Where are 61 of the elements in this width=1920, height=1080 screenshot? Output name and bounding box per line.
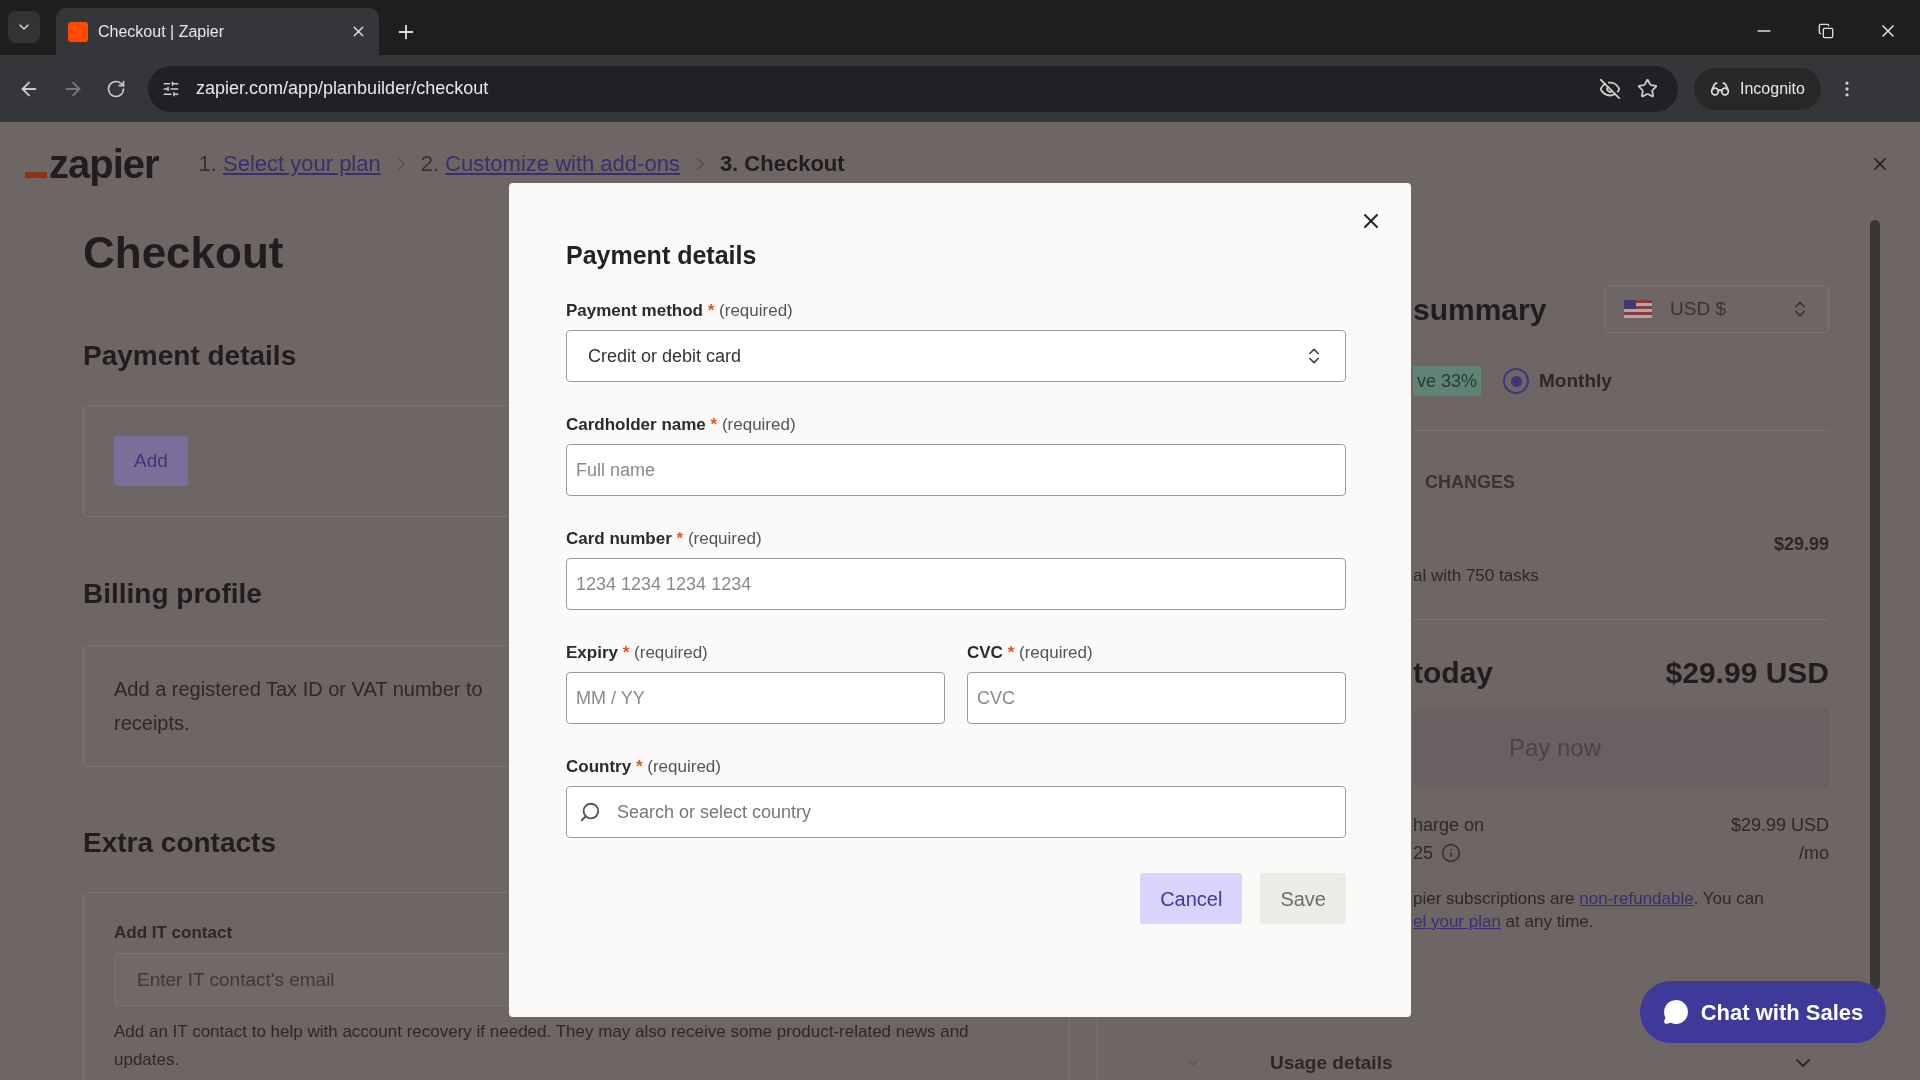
total-amount: $29.99 USD [1665,655,1829,691]
field-label: Country * (required) [566,757,722,777]
summary-title: summary [1413,291,1547,328]
chat-button[interactable]: Chat with Sales [1640,981,1886,1043]
charge-amount: $29.99 USD [1730,814,1829,837]
total-label: today [1413,655,1493,691]
current-step: 3. Checkout [719,147,845,180]
restore-icon[interactable] [1818,23,1834,39]
cancel-button[interactable]: Cancel [1140,873,1243,924]
notice-text: el your plan at any time. [1413,911,1595,933]
tab-title: Checkout | Zapier [98,21,225,42]
field-label: Card number * (required) [566,529,763,549]
usage-details[interactable]: Usage details [1270,1048,1791,1078]
notice-text: pier subscriptions are non-refundable. You can [1413,888,1765,910]
scrollbar[interactable] [1870,220,1880,990]
flag-icon [1624,300,1652,318]
eye-off-icon[interactable] [1599,77,1621,100]
field-label: Cardholder name * (required) [566,415,797,435]
logo-mark [25,171,47,178]
charge-label: harge on [1413,814,1485,837]
section-heading: Billing profile [83,577,262,611]
site-info-icon[interactable] [162,79,180,98]
billing-text: Add a registered Tax ID or VAT number to receipts. [114,677,484,736]
step-link[interactable]: Customize with add-ons [445,147,680,180]
select-field[interactable]: Credit or debit card [566,330,1346,382]
logo[interactable]: zapier [25,141,159,186]
charge-period: /mo [1799,842,1829,865]
notice-link[interactable]: non-refundable [1579,889,1694,908]
section-heading: Extra contacts [83,826,276,860]
browser-tab[interactable]: Checkout | Zapier [56,8,379,55]
chat-bubble-icon [1662,999,1689,1025]
field-label: CVC * (required) [967,643,1094,663]
reload-icon[interactable] [106,78,126,99]
field-label: Payment method * (required) [566,301,794,321]
search-icon [579,801,601,823]
input-field[interactable]: CVC [967,672,1346,724]
step-link[interactable]: Select your plan [222,147,381,180]
search-field[interactable]: Search or select country [566,786,1346,838]
discount-badge: ve 33% [1413,366,1482,396]
page-title: Checkout [83,227,284,279]
charge-date: 25 [1413,842,1434,865]
favicon-icon [68,21,88,42]
input-field[interactable]: 1234 1234 1234 1234 [566,558,1346,610]
field-label: Expiry * (required) [566,643,709,663]
add-button[interactable]: Add [114,436,188,486]
input-field[interactable]: MM / YY [566,672,945,724]
tab-list-button[interactable] [8,11,40,43]
line-description: al with 750 tasks [1413,565,1540,587]
url-text: zapier.com/app/planbuilder/checkout [196,77,490,100]
notice-link[interactable]: el your plan [1413,912,1501,931]
address-bar[interactable]: zapier.com/app/planbuilder/checkout [148,65,1678,112]
star-icon[interactable] [1637,78,1658,99]
field-label: Add IT contact [114,923,234,943]
profile-button[interactable]: Incognito [1694,67,1821,110]
help-text: Add an IT contact to help with account recovery if needed. They may also receive some product-related news and updates. [114,1021,970,1071]
line-price: $29.99 [1773,533,1829,555]
radio-button[interactable] [1503,368,1530,394]
dialog-title: Payment details [566,240,758,271]
input-field[interactable]: Full name [566,444,1346,496]
billing-option[interactable]: Monthly [1503,366,1612,396]
section-heading: Payment details [83,339,297,373]
